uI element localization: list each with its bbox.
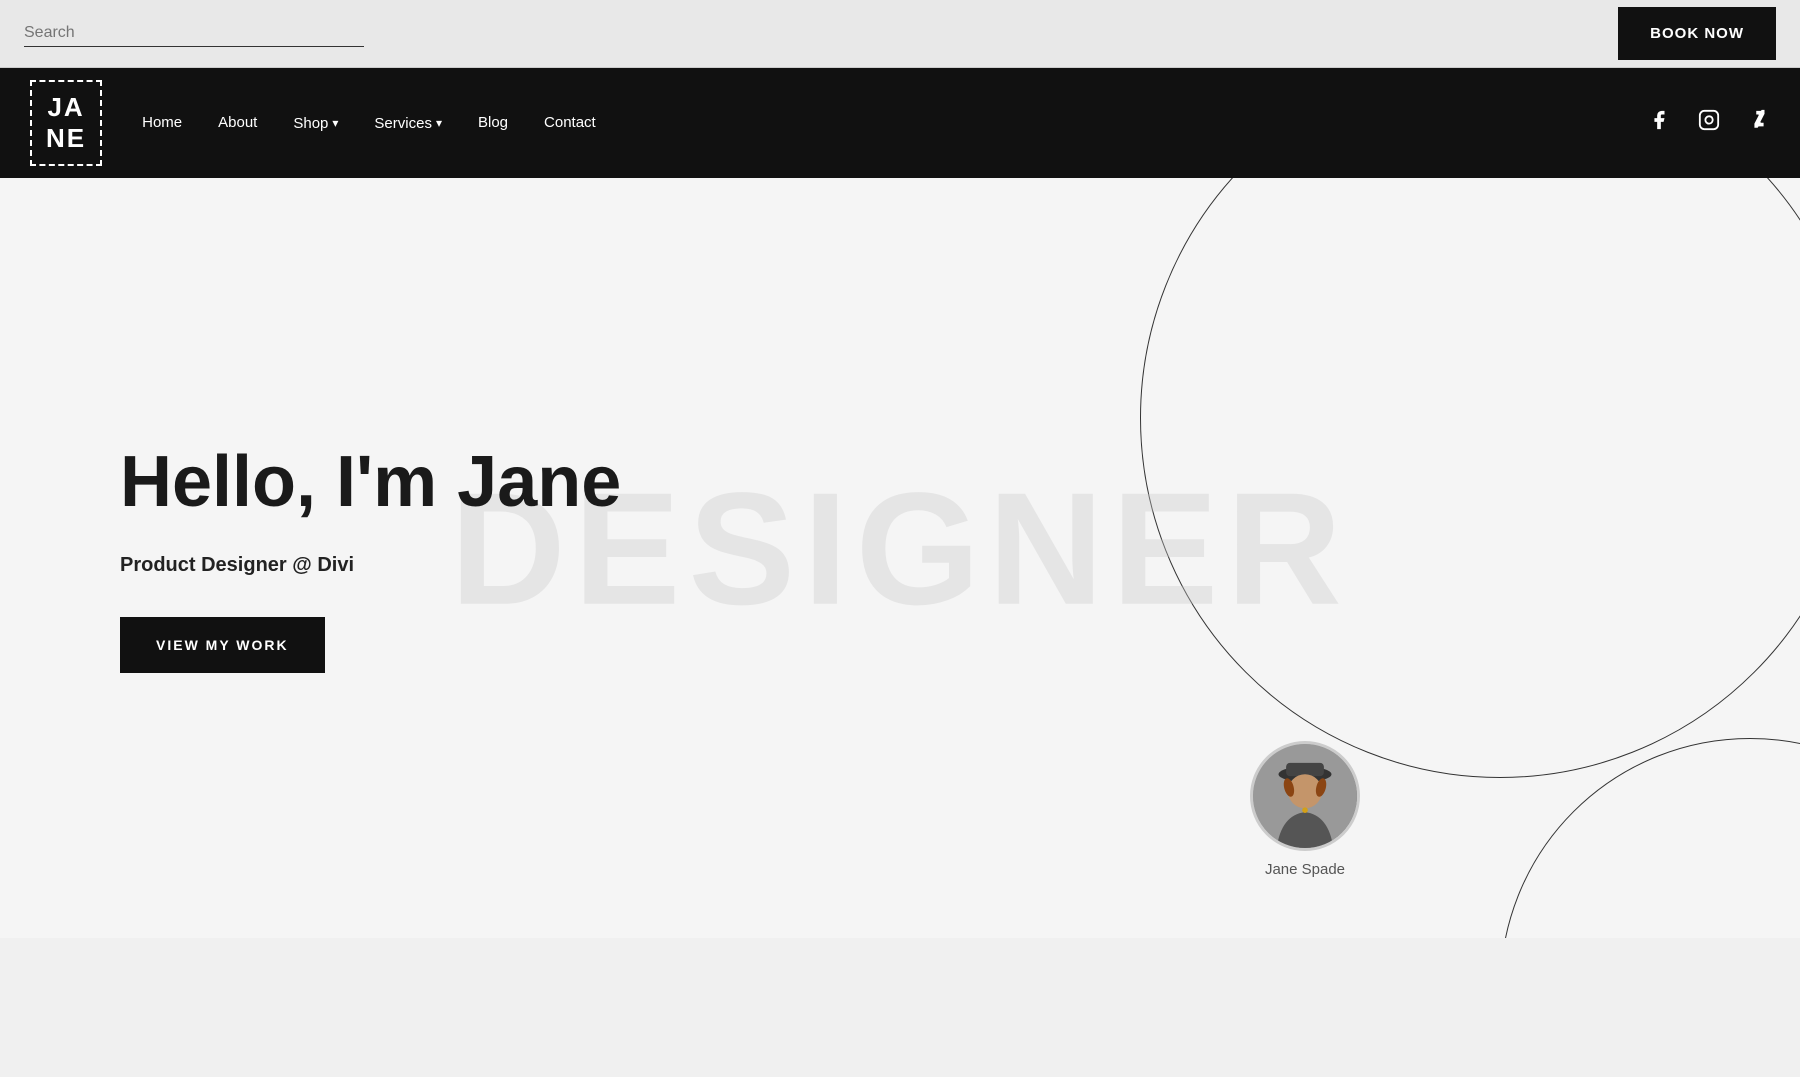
nav-link-contact[interactable]: Contact <box>544 114 596 131</box>
nav-link-services[interactable]: Services <box>374 115 442 132</box>
nav-link-shop[interactable]: Shop <box>293 115 338 132</box>
avatar <box>1250 741 1360 851</box>
avatar-container: Jane Spade <box>1250 741 1360 878</box>
search-input[interactable] <box>24 20 364 47</box>
nav-link-about[interactable]: About <box>218 114 257 131</box>
nav-item-services[interactable]: Services <box>374 115 442 132</box>
hero-heading: Hello, I'm Jane <box>120 443 621 522</box>
view-work-button[interactable]: VIEW MY WORK <box>120 617 325 673</box>
hero-section: DESIGNER Hello, I'm Jane Product Designe… <box>0 178 1800 938</box>
book-now-button[interactable]: BOOK NOW <box>1618 7 1776 60</box>
deviantart-icon[interactable] <box>1748 109 1770 137</box>
hero-content: Hello, I'm Jane Product Designer @ Divi … <box>0 363 741 753</box>
nav-item-contact[interactable]: Contact <box>544 114 596 132</box>
nav-links: Home About Shop Services Blog Contact <box>142 114 596 132</box>
nav-item-blog[interactable]: Blog <box>478 114 508 132</box>
avatar-name: Jane Spade <box>1250 861 1360 878</box>
nav-link-home[interactable]: Home <box>142 114 182 131</box>
nav-item-shop[interactable]: Shop <box>293 115 338 132</box>
nav-link-blog[interactable]: Blog <box>478 114 508 131</box>
nav-item-home[interactable]: Home <box>142 114 182 132</box>
top-bar: BOOK NOW <box>0 0 1800 68</box>
navbar: JANE Home About Shop Services Blog Conta… <box>0 68 1800 178</box>
instagram-icon[interactable] <box>1698 109 1720 137</box>
logo-text: JANE <box>46 92 86 153</box>
social-icons <box>1648 109 1770 137</box>
search-container <box>24 20 364 47</box>
nav-item-about[interactable]: About <box>218 114 257 132</box>
facebook-icon[interactable] <box>1648 109 1670 137</box>
hero-subtitle: Product Designer @ Divi <box>120 554 621 577</box>
site-logo[interactable]: JANE <box>30 80 102 166</box>
nav-left: JANE Home About Shop Services Blog Conta… <box>30 80 596 166</box>
